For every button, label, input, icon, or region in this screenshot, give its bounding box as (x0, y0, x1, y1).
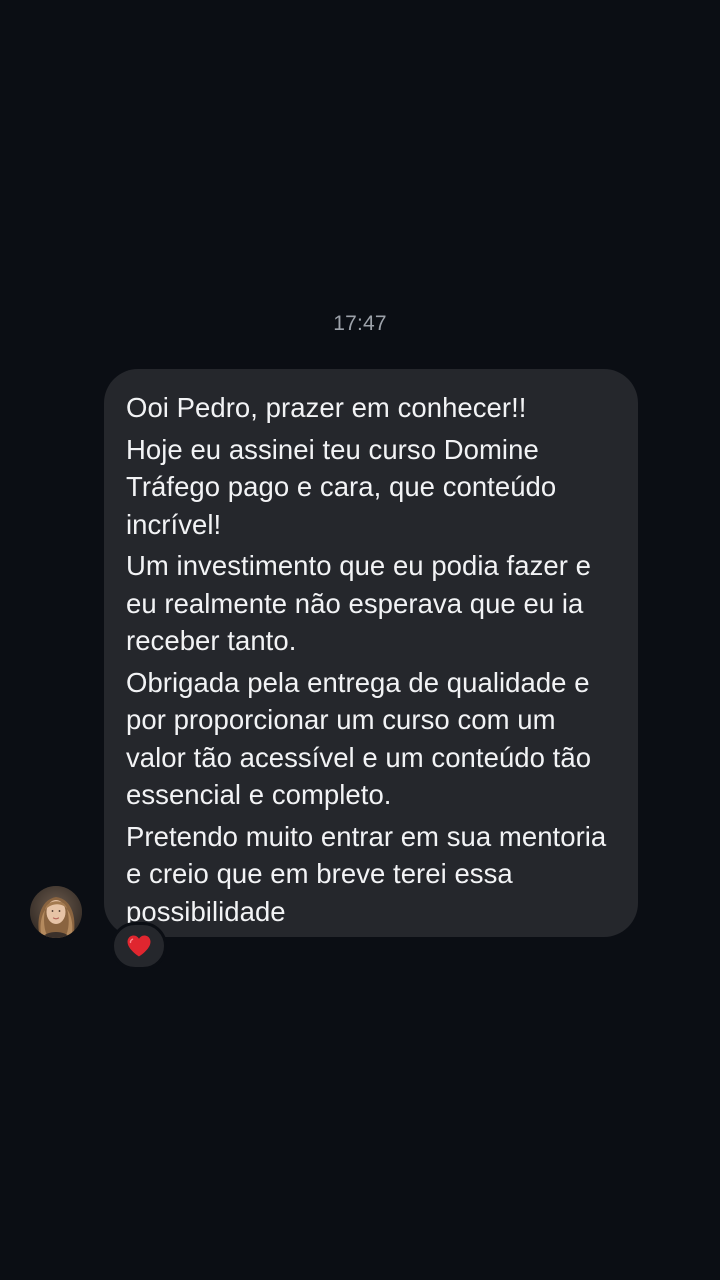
message-paragraph: Pretendo muito entrar em sua mentoria e … (126, 820, 607, 927)
sender-avatar[interactable] (30, 886, 82, 938)
message-paragraph: Obrigada pela entrega de qualidade e por… (126, 666, 592, 811)
heart-icon (127, 935, 151, 957)
message-reaction[interactable] (111, 922, 167, 970)
message-bubble[interactable]: Ooi Pedro, prazer em conhecer!! Hoje eu … (104, 369, 638, 937)
message-paragraph: Hoje eu assinei teu curso Domine Tráfego… (126, 433, 557, 540)
avatar-image (30, 886, 82, 938)
message-paragraph: Ooi Pedro, prazer em conhecer!! (126, 392, 527, 423)
message-paragraph: Um investimento que eu podia fazer e eu … (126, 550, 591, 656)
message-timestamp: 17:47 (333, 312, 387, 335)
